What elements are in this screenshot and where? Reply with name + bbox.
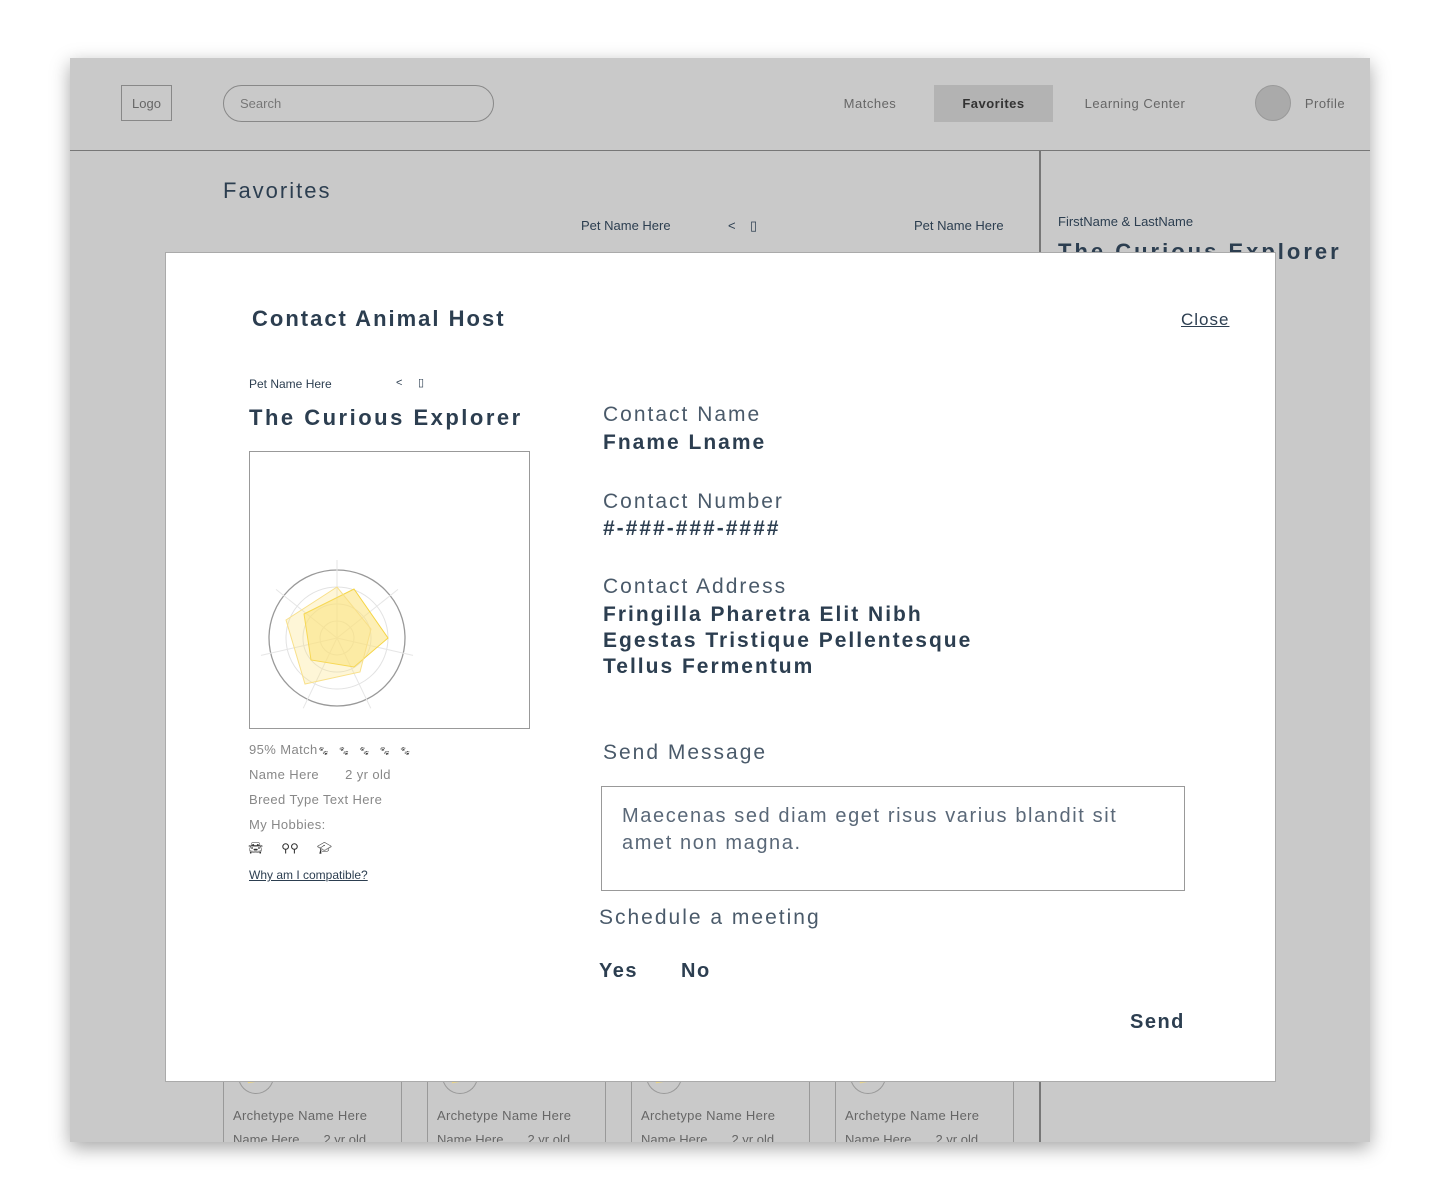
nav-profile[interactable]: Profile (1300, 85, 1350, 122)
contact-number-label: Contact Number (603, 490, 784, 513)
hobby-icons: 🚘︎ ⚲⚲ 🎓︎ (248, 841, 332, 855)
pet-card[interactable]: Archetype Name Here Name Here 2 yr old (427, 1070, 606, 1142)
card-age: 2 yr old (731, 1132, 775, 1142)
modal-title: Contact Animal Host (252, 306, 506, 331)
card-archetype: Archetype Name Here (233, 1108, 368, 1123)
top-nav: Logo Search Matches Favorites Learning C… (70, 58, 1370, 151)
card-name: Name Here (233, 1132, 300, 1142)
yes-option[interactable]: Yes (599, 960, 638, 983)
pet-meta: Name Here 2 yr old (249, 767, 391, 782)
paw-rating-icons: 🐾︎🐾︎🐾︎🐾︎🐾︎ (317, 746, 420, 756)
archetype-title: The Curious Explorer (249, 405, 523, 430)
card-meta: Name Here 2 yr old (641, 1132, 774, 1142)
bookmark-icon[interactable]: ▯ (418, 376, 424, 389)
card-meta: Name Here 2 yr old (437, 1132, 570, 1142)
no-option[interactable]: No (681, 960, 711, 983)
graduation-cap-icon: 🎓︎ (316, 841, 333, 855)
card-archetype: Archetype Name Here (437, 1108, 572, 1123)
pet-age: 2 yr old (345, 767, 391, 782)
pet-name: Pet Name Here (914, 218, 1004, 233)
card-age: 2 yr old (527, 1132, 571, 1142)
message-textarea[interactable]: Maecenas sed diam eget risus varius blan… (601, 786, 1185, 891)
radar-chart-image (249, 451, 530, 729)
pet-owner-name: Name Here (249, 767, 320, 782)
address-line: Egestas Tristique Pellentesque (603, 629, 973, 652)
bookmark-icon[interactable]: ▯ (750, 218, 757, 234)
pet-card[interactable]: Archetype Name Here Name Here 2 yr old (835, 1070, 1014, 1142)
pet-name: Pet Name Here (581, 218, 671, 233)
share-icon[interactable]: < (728, 218, 736, 233)
car-icon: 🚘︎ (248, 841, 264, 855)
card-age: 2 yr old (323, 1132, 367, 1142)
breed: Breed Type Text Here (249, 792, 383, 807)
close-button[interactable]: Close (1181, 310, 1229, 330)
contact-number: #-###-###-#### (603, 517, 781, 540)
avatar[interactable] (1255, 85, 1291, 121)
nav-favorites[interactable]: Favorites (934, 85, 1053, 122)
contact-address-label: Contact Address (603, 575, 788, 598)
owner-name: FirstName & LastName (1058, 214, 1194, 229)
contact-address: Fringilla Pharetra Elit Nibh Egestas Tri… (603, 602, 972, 680)
card-age: 2 yr old (935, 1132, 979, 1142)
match-rating: 95% Match🐾︎🐾︎🐾︎🐾︎🐾︎ (249, 742, 420, 757)
hobbies-label: My Hobbies: (249, 817, 326, 832)
send-message-label: Send Message (603, 741, 768, 764)
contact-name-label: Contact Name (603, 403, 762, 426)
card-name: Name Here (845, 1132, 912, 1142)
address-line: Fringilla Pharetra Elit Nibh (603, 603, 923, 626)
card-name: Name Here (641, 1132, 708, 1142)
card-meta: Name Here 2 yr old (845, 1132, 978, 1142)
nav-matches[interactable]: Matches (830, 85, 910, 122)
card-meta: Name Here 2 yr old (233, 1132, 366, 1142)
contact-host-modal: Contact Animal Host Close Pet Name Here … (165, 252, 1276, 1082)
why-compatible-link[interactable]: Why am I compatible? (249, 868, 368, 882)
search-input[interactable]: Search (223, 85, 494, 122)
nav-learning-center[interactable]: Learning Center (1075, 85, 1195, 122)
contact-name: Fname Lname (603, 431, 767, 454)
radar-chart (260, 560, 414, 709)
page-title: Favorites (223, 178, 332, 203)
card-name: Name Here (437, 1132, 504, 1142)
send-button[interactable]: Send (1130, 1011, 1185, 1034)
share-icon[interactable]: < (396, 377, 402, 389)
pet-name: Pet Name Here (249, 377, 332, 391)
address-line: Tellus Fermentum (603, 655, 815, 678)
bicycle-icon: ⚲⚲ (281, 841, 299, 855)
card-archetype: Archetype Name Here (641, 1108, 776, 1123)
pet-card[interactable]: Archetype Name Here Name Here 2 yr old (223, 1070, 402, 1142)
logo[interactable]: Logo (121, 85, 172, 121)
schedule-label: Schedule a meeting (599, 906, 821, 929)
pet-card[interactable]: Archetype Name Here Name Here 2 yr old (631, 1070, 810, 1142)
card-archetype: Archetype Name Here (845, 1108, 980, 1123)
match-percent: 95% Match (249, 742, 318, 757)
